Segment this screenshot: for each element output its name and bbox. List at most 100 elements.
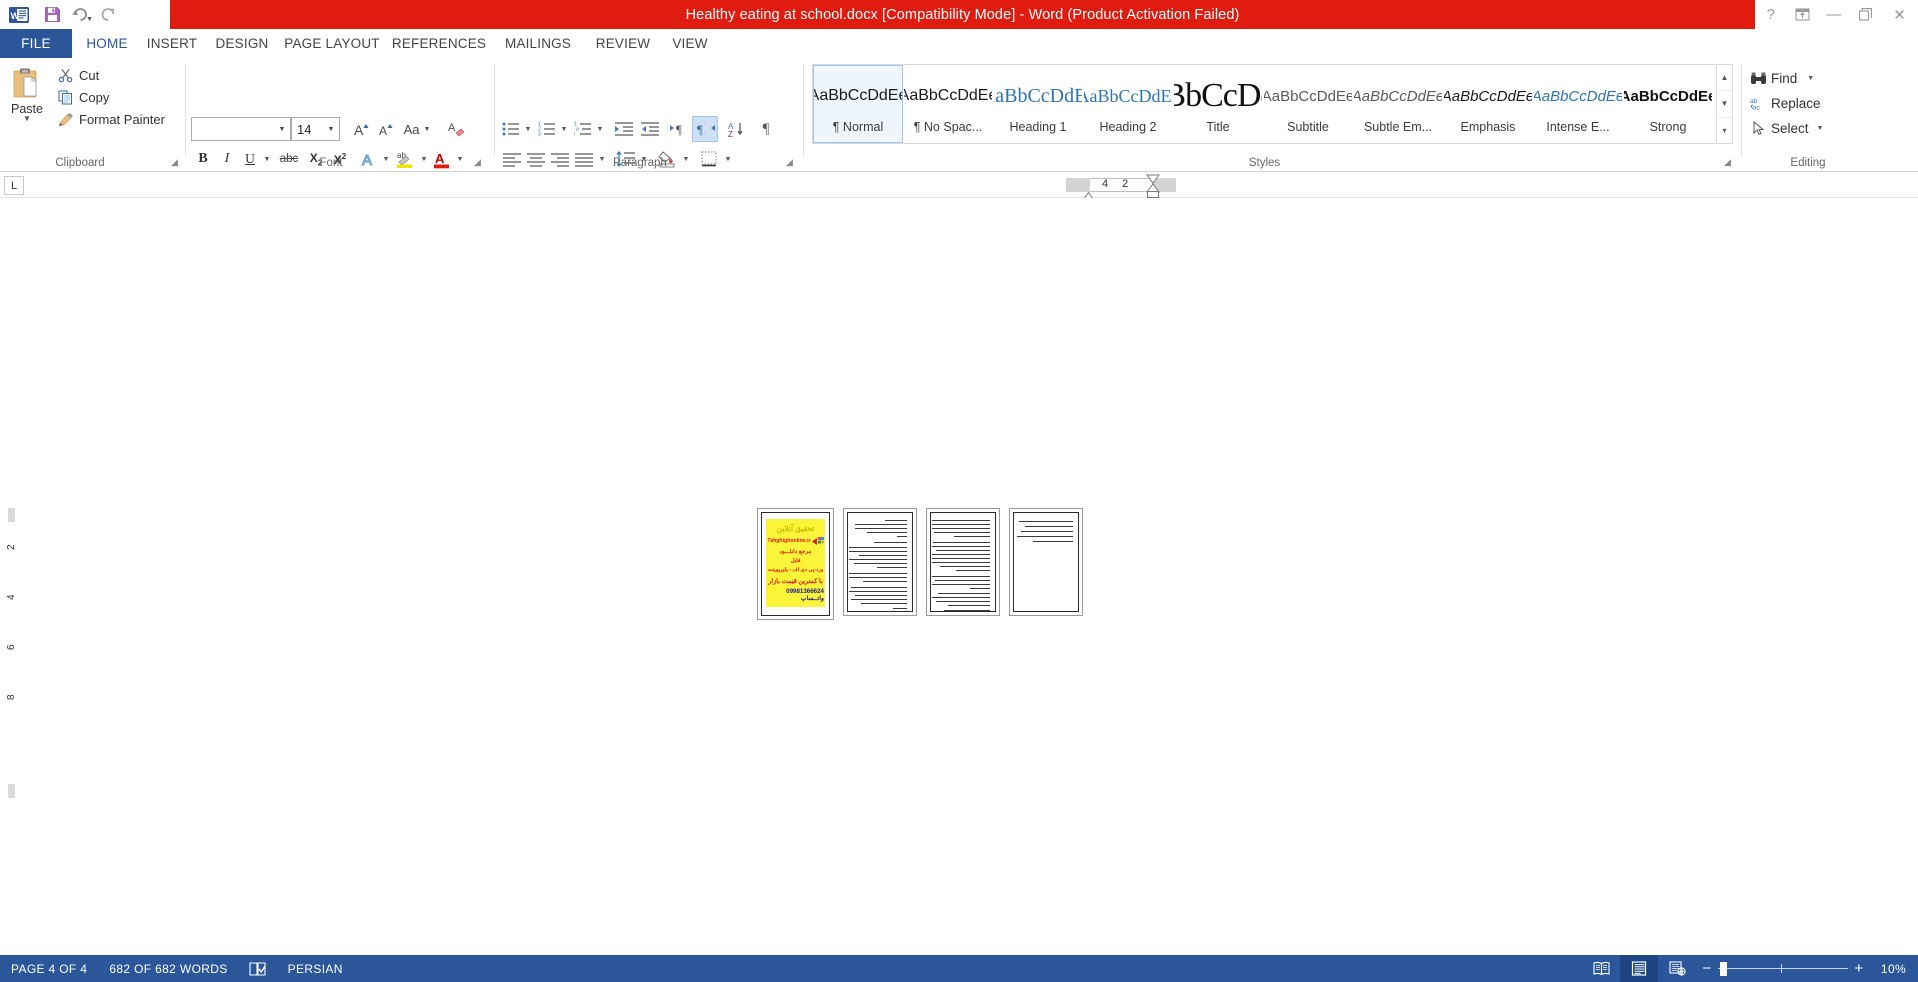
redo-icon[interactable] [94,2,122,28]
bullets-button[interactable] [500,117,522,141]
ribbon-display-options-icon[interactable] [1787,0,1818,29]
clipboard-dialog-launcher[interactable]: ◢ [171,157,182,168]
restore-icon[interactable] [1849,0,1880,29]
tab-page-layout[interactable]: PAGE LAYOUT [278,29,386,58]
sort-button[interactable]: A Z [725,117,749,141]
shrink-font-button[interactable]: A [374,117,398,141]
document-page-4[interactable] [1009,508,1083,616]
styles-gallery-scrollbar[interactable]: ▲ ▼ ▾ [1717,64,1733,144]
paste-caret-icon[interactable]: ▼ [23,115,31,123]
tab-references[interactable]: REFERENCES [386,29,492,58]
tab-insert[interactable]: INSERT [138,29,206,58]
quick-access-toolbar: W ▼ ▼ [0,0,170,29]
show-hide-formatting-button[interactable]: ¶ [755,117,777,141]
font-dialog-launcher[interactable]: ◢ [474,157,485,168]
ad-line-1: تحقیق آنلاین [776,524,815,534]
increase-indent-button[interactable] [612,117,636,141]
document-canvas[interactable]: 2 4 6 8 تحقیق آنلاین Tahghighonline.ir م… [0,198,1918,955]
style-item-heading-1[interactable]: AaBbCcDdEe Heading 1 [993,65,1083,143]
style-item-strong[interactable]: AaBbCcDdEe Strong [1623,65,1713,143]
undo-icon[interactable]: ▼ [66,2,94,28]
document-page-3[interactable] [926,508,1000,616]
tab-mailings[interactable]: MAILINGS [492,29,584,58]
paste-button[interactable]: Paste ▼ [5,64,49,130]
style-preview: AaBbCcDdEe [1624,87,1712,105]
cut-label: Cut [79,68,100,83]
zoom-slider-thumb[interactable] [1720,962,1727,976]
font-size-combo[interactable]: 14 ▼ [291,117,340,141]
styles-gallery[interactable]: AaBbCcDdEe ¶ Normal AaBbCcDdEe ¶ No Spac… [812,64,1717,144]
document-page-1[interactable]: تحقیق آنلاین Tahghighonline.ir مرجع دانل… [757,508,834,620]
ad-line-2: Tahghighonline.ir [767,536,824,546]
horizontal-ruler[interactable]: 4 2 [1066,174,1176,201]
font-name-combo[interactable]: ▼ [191,117,291,141]
styles-scroll-up-icon[interactable]: ▲ [1717,65,1732,92]
page-content [1013,512,1079,612]
decrease-indent-button[interactable] [638,117,662,141]
format-painter-button[interactable]: Format Painter [57,109,165,130]
close-icon[interactable]: ✕ [1881,0,1918,29]
select-button[interactable]: Select ▼ [1750,116,1823,140]
style-item-subtitle[interactable]: AaBbCcDdEe Subtitle [1263,65,1353,143]
vruler-mark-4: 4 [6,594,17,600]
save-icon[interactable] [38,2,66,28]
customize-qat-icon[interactable]: ▼ [122,2,150,28]
tab-stop-selector[interactable]: L [4,176,24,195]
status-word-count[interactable]: 682 OF 682 WORDS [98,955,238,982]
zoom-in-button[interactable]: + [1848,960,1870,977]
grow-font-button[interactable]: A [350,117,374,141]
style-item-no-spacing[interactable]: AaBbCcDdEe ¶ No Spac... [903,65,993,143]
tab-view[interactable]: VIEW [662,29,718,58]
paragraph-dialog-launcher[interactable]: ◢ [786,157,797,168]
status-page-info[interactable]: PAGE 4 OF 4 [0,955,98,982]
zoom-percentage[interactable]: 10% [1870,962,1918,976]
styles-more-icon[interactable]: ▾ [1717,118,1732,143]
styles-dialog-launcher[interactable]: ◢ [1724,157,1735,168]
style-preview: AaBbCcDdEe [1534,87,1622,105]
spelling-check-icon[interactable] [239,955,277,982]
find-button[interactable]: Find ▼ [1750,66,1814,90]
tab-design[interactable]: DESIGN [206,29,278,58]
bullets-dropdown-icon[interactable]: ▼ [522,117,534,141]
style-item-normal[interactable]: AaBbCcDdEe ¶ Normal [813,65,903,143]
zoom-slider[interactable] [1718,955,1848,982]
zoom-control[interactable]: − + [1696,955,1870,982]
replace-button[interactable]: ab ac Replace [1750,91,1821,115]
help-icon[interactable]: ? [1755,0,1786,29]
style-item-emphasis[interactable]: AaBbCcDdEe Emphasis [1443,65,1533,143]
document-page-2[interactable] [843,508,917,616]
read-mode-view-button[interactable] [1582,955,1620,982]
multilevel-list-button[interactable]: 1ai [572,117,594,141]
vruler-top-handle[interactable] [8,508,15,522]
vertical-ruler[interactable]: 2 4 6 8 [4,508,18,853]
style-preview: AaBbCcDdEe [1174,77,1262,114]
chevron-down-icon[interactable]: ▼ [323,118,339,140]
tab-file[interactable]: FILE [0,29,72,58]
ad-line-3: مرجع دانلـــود [779,548,812,555]
numbering-dropdown-icon[interactable]: ▼ [558,117,570,141]
ltr-text-direction-button[interactable]: ¶ [668,117,692,141]
numbering-button[interactable]: 123 [536,117,558,141]
style-item-title[interactable]: AaBbCcDdEe Title [1173,65,1263,143]
style-preview: AaBbCcDdEe [994,84,1082,107]
style-item-intense-emphasis[interactable]: AaBbCcDdEe Intense E... [1533,65,1623,143]
chevron-down-icon[interactable]: ▼ [274,118,290,140]
cut-button[interactable]: Cut [57,65,99,86]
minimize-icon[interactable]: — [1818,0,1849,29]
styles-scroll-down-icon[interactable]: ▼ [1717,91,1732,118]
copy-button[interactable]: Copy [57,87,109,108]
clear-formatting-button[interactable]: A [444,117,470,141]
tab-review[interactable]: REVIEW [584,29,662,58]
multilevel-dropdown-icon[interactable]: ▼ [594,117,606,141]
change-case-button[interactable]: Aa ▼ [400,117,434,141]
ruler-mark-4: 4 [1102,178,1109,190]
web-layout-view-button[interactable] [1658,955,1696,982]
rtl-text-direction-button[interactable]: ¶ [692,116,718,142]
vruler-bottom-handle[interactable] [8,784,15,798]
style-item-subtle-emphasis[interactable]: AaBbCcDdEe Subtle Em... [1353,65,1443,143]
status-language[interactable]: PERSIAN [277,955,354,982]
print-layout-view-button[interactable] [1620,955,1658,982]
tab-home[interactable]: HOME [76,29,138,58]
style-item-heading-2[interactable]: AaBbCcDdEe Heading 2 [1083,65,1173,143]
zoom-out-button[interactable]: − [1696,960,1718,977]
